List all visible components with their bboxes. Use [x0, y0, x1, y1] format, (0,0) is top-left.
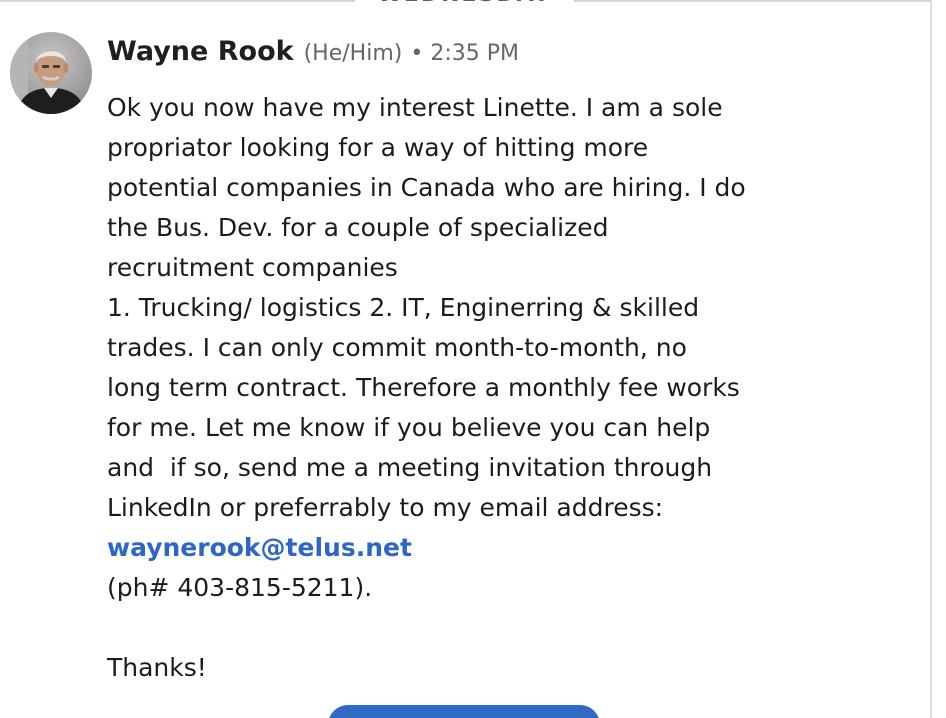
action-button[interactable] — [328, 705, 600, 718]
message-header: Wayne Rook (He/Him) • 2:35 PM — [107, 36, 519, 70]
message-line: recruitment companies — [107, 253, 398, 282]
email-link[interactable]: waynerook@telus.net — [107, 533, 412, 562]
day-divider: WEDNESDAY — [0, 0, 930, 7]
message-line: Ok you now have my interest Linette. I a… — [107, 93, 723, 122]
profile-photo-icon — [10, 32, 92, 114]
message-line: the Bus. Dev. for a couple of specialize… — [107, 213, 609, 242]
pane-border — [930, 0, 932, 718]
sender-name[interactable]: Wayne Rook — [107, 36, 294, 67]
separator-dot: • — [410, 41, 424, 66]
day-label: WEDNESDAY — [355, 0, 574, 8]
message-line: long term contract. Therefore a monthly … — [107, 373, 740, 402]
message-line: and if so, send me a meeting invitation … — [107, 453, 713, 482]
message-line: trades. I can only commit month-to-month… — [107, 333, 687, 362]
phone-line: (ph# 403-815-5211). — [107, 573, 373, 602]
message-line: propriator looking for a way of hitting … — [107, 133, 649, 162]
divider-line-right — [574, 0, 930, 2]
message-body: Ok you now have my interest Linette. I a… — [107, 88, 827, 688]
avatar[interactable] — [10, 32, 92, 114]
sender-pronouns: (He/Him) — [303, 41, 403, 66]
message-line: LinkedIn or preferrably to my email addr… — [107, 493, 664, 522]
closing-line: Thanks! — [107, 653, 207, 682]
email-line: waynerook@telus.net — [107, 528, 827, 568]
message-line: potential companies in Canada who are hi… — [107, 173, 746, 202]
messaging-thread: WEDNESDAY Wayne Rook (He/Him) — [0, 0, 946, 718]
divider-line-left — [0, 0, 355, 2]
message-line: 1. Trucking/ logistics 2. IT, Enginerrin… — [107, 293, 700, 322]
message-line: for me. Let me know if you believe you c… — [107, 413, 711, 442]
message-timestamp: 2:35 PM — [430, 41, 519, 66]
